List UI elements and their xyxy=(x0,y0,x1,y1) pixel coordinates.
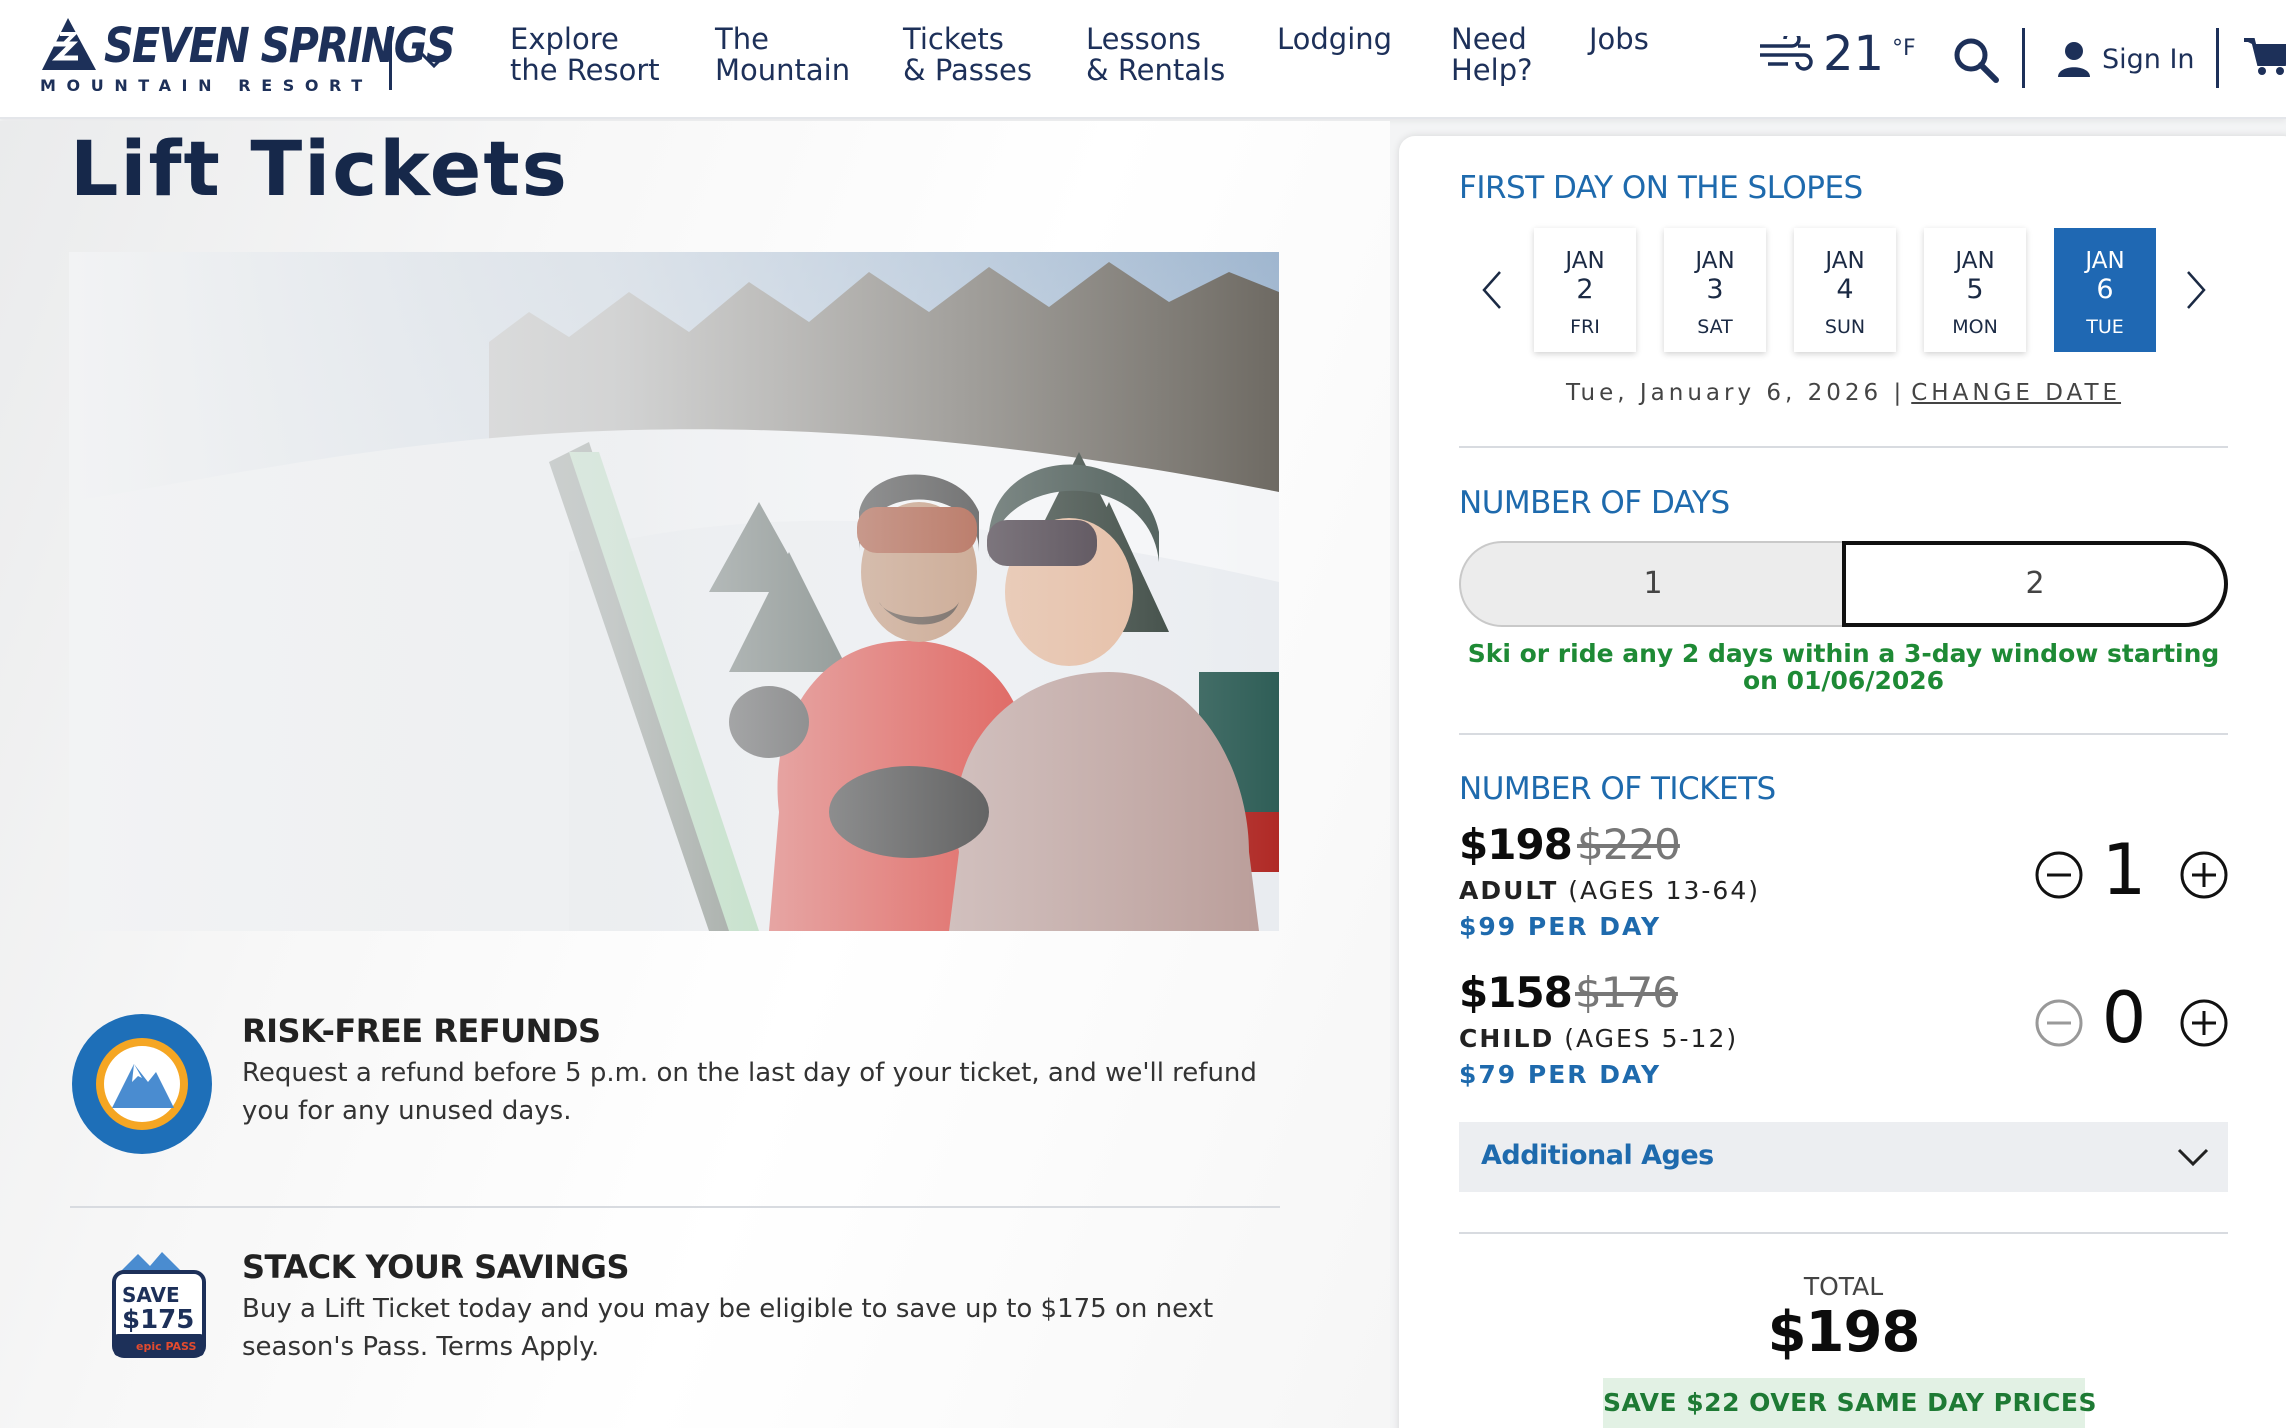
date-month: JAN xyxy=(1825,248,1865,274)
svg-text:epic PASS: epic PASS xyxy=(136,1340,196,1353)
increase-quantity-icon[interactable] xyxy=(2179,850,2229,900)
date-month: JAN xyxy=(1955,248,1995,274)
book-with-confidence-badge-icon xyxy=(72,1014,212,1154)
date-weekday: TUE xyxy=(2086,316,2124,338)
date-day: 4 xyxy=(1836,274,1854,305)
search-icon[interactable] xyxy=(1952,36,2000,84)
feature-description: Request a refund before 5 p.m. on the la… xyxy=(242,1058,1257,1126)
date-weekday: SUN xyxy=(1824,316,1866,338)
date-month: JAN xyxy=(2085,248,2125,274)
wind-icon xyxy=(1760,36,1813,71)
date-option-jan-2[interactable]: JAN 2 FRI xyxy=(1534,228,1636,352)
increase-quantity-icon[interactable] xyxy=(2179,998,2229,1048)
ticket-type-name: ADULT xyxy=(1459,876,1559,905)
first-day-label: FIRST DAY ON THE SLOPES xyxy=(1459,170,1863,206)
header-separator xyxy=(2022,28,2025,88)
ticket-type-name: CHILD xyxy=(1459,1024,1555,1053)
section-divider xyxy=(1459,1232,2228,1234)
number-of-days-label: NUMBER OF DAYS xyxy=(1459,485,1730,521)
total-label: TOTAL xyxy=(1803,1272,1884,1301)
feature-title: RISK-FREE REFUNDS xyxy=(242,1012,601,1050)
header-separator xyxy=(2216,28,2219,88)
chevron-down-icon xyxy=(2177,1148,2209,1167)
days-toggle: 1 2 xyxy=(1459,541,2228,627)
hero-photo-skiers xyxy=(69,252,1279,931)
nav-need-help[interactable]: Need Help? xyxy=(1451,24,1533,86)
date-weekday: FRI xyxy=(1570,316,1600,338)
ticket-row-adult: $198 $220 ADULT (AGES 13-64) $99 PER DAY… xyxy=(1459,820,2228,950)
date-option-jan-5[interactable]: JAN 5 MON xyxy=(1924,228,2026,352)
ticket-price: $198 xyxy=(1459,820,1573,869)
epic-pass-savings-badge-icon: SAVE $175 epic PASS xyxy=(112,1252,206,1358)
days-window-note: Ski or ride any 2 days within a 3-day wi… xyxy=(1467,639,2220,695)
site-header: SEVEN SPRINGS MOUNTAIN RESORT Explore th… xyxy=(0,0,2286,119)
nav-lessons-rentals[interactable]: Lessons & Rentals xyxy=(1086,24,1225,86)
days-option-2-selected[interactable]: 2 xyxy=(1842,541,2228,627)
number-of-tickets-label: NUMBER OF TICKETS xyxy=(1459,771,1776,807)
date-option-jan-6-selected[interactable]: JAN 6 TUE xyxy=(2054,228,2156,352)
date-day: 5 xyxy=(1966,274,1984,305)
ticket-row-child: $158 $176 CHILD (AGES 5-12) $79 PER DAY … xyxy=(1459,968,2228,1098)
nav-the-mountain[interactable]: The Mountain xyxy=(715,24,850,86)
ticket-type: ADULT (AGES 13-64) xyxy=(1459,876,1760,905)
nav-lodging[interactable]: Lodging xyxy=(1277,24,1392,55)
page-title: Lift Tickets xyxy=(70,124,569,213)
nav-explore-the-resort[interactable]: Explore the Resort xyxy=(510,24,660,86)
logo-mark-icon xyxy=(42,18,96,70)
feature-stack-your-savings: SAVE $175 epic PASS STACK YOUR SAVINGS B… xyxy=(70,1248,1280,1388)
days-option-1[interactable]: 1 xyxy=(1459,541,1845,627)
total-value: $198 xyxy=(1767,1300,1921,1365)
weather-unit: °F xyxy=(1892,36,1916,61)
nav-tickets-passes[interactable]: Tickets & Passes xyxy=(903,24,1032,86)
nav-jobs[interactable]: Jobs xyxy=(1589,24,1649,55)
section-divider xyxy=(1459,733,2228,735)
feature-title: STACK YOUR SAVINGS xyxy=(242,1248,629,1286)
logo-wordmark: SEVEN SPRINGS xyxy=(104,18,456,74)
date-month: JAN xyxy=(1695,248,1735,274)
ticket-type: CHILD (AGES 5-12) xyxy=(1459,1024,1738,1053)
seven-springs-logo[interactable]: SEVEN SPRINGS MOUNTAIN RESORT xyxy=(38,14,456,98)
date-prev-arrow-icon[interactable] xyxy=(1478,268,1504,312)
user-icon xyxy=(2058,42,2090,77)
ticket-quantity: 1 xyxy=(2101,829,2147,911)
decrease-quantity-icon[interactable] xyxy=(2034,850,2084,900)
ticket-price: $158 xyxy=(1459,968,1573,1017)
ticket-age-range: (AGES 5-12) xyxy=(1564,1024,1739,1053)
additional-ages-dropdown[interactable]: Additional Ages xyxy=(1459,1122,2228,1192)
date-day: 3 xyxy=(1706,274,1724,305)
section-divider xyxy=(1459,446,2228,448)
date-day: 6 xyxy=(2096,274,2114,305)
change-date-link[interactable]: CHANGE DATE xyxy=(1911,380,2121,406)
feature-description: Buy a Lift Ticket today and you may be e… xyxy=(242,1294,1214,1362)
date-weekday: SAT xyxy=(1697,316,1733,338)
additional-ages-label: Additional Ages xyxy=(1481,1140,1714,1171)
sign-in-label: Sign In xyxy=(2102,44,2195,75)
date-weekday: MON xyxy=(1952,316,1998,338)
feature-risk-free-refunds: RISK-FREE REFUNDS Request a refund befor… xyxy=(70,1012,1280,1154)
section-divider xyxy=(70,1206,1280,1208)
weather-temperature: 21 xyxy=(1823,26,1885,82)
ticket-original-price: $176 xyxy=(1575,968,1679,1017)
date-next-arrow-icon[interactable] xyxy=(2184,268,2210,312)
decrease-quantity-icon[interactable] xyxy=(2034,998,2084,1048)
ticket-age-range: (AGES 13-64) xyxy=(1568,876,1761,905)
savings-badge: SAVE $22 OVER SAME DAY PRICES xyxy=(1603,1378,2096,1428)
ticket-original-price: $220 xyxy=(1577,820,1681,869)
date-option-jan-4[interactable]: JAN 4 SUN xyxy=(1794,228,1896,352)
date-option-jan-3[interactable]: JAN 3 SAT xyxy=(1664,228,1766,352)
cart-icon[interactable] xyxy=(2244,36,2286,76)
svg-text:SAVE: SAVE xyxy=(122,1283,180,1307)
ticket-per-day-price: $99 PER DAY xyxy=(1459,912,1662,941)
logo-divider xyxy=(389,26,392,90)
ticket-quantity: 0 xyxy=(2101,977,2147,1059)
date-day: 2 xyxy=(1576,274,1594,305)
selected-date-text: Tue, January 6, 2026 | xyxy=(1565,380,1906,406)
svg-text:$175: $175 xyxy=(122,1305,194,1335)
logo-tagline: MOUNTAIN RESORT xyxy=(40,76,373,95)
chevron-down-icon[interactable] xyxy=(418,44,450,76)
date-month: JAN xyxy=(1565,248,1605,274)
ticket-per-day-price: $79 PER DAY xyxy=(1459,1060,1662,1089)
selected-date-line: Tue, January 6, 2026 | CHANGE DATE xyxy=(1459,380,2228,406)
